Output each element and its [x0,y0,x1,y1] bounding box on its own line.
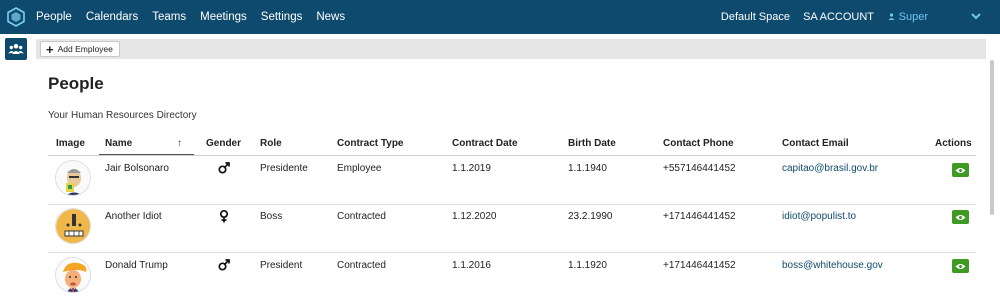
cell-name: Donald Trump [105,260,168,271]
view-button[interactable] [952,259,969,273]
eye-icon [955,167,966,173]
page-title: People [48,74,104,93]
cell-contract-type: Contracted [337,260,386,271]
cell-contract-type: Contracted [337,211,386,222]
nav-settings[interactable]: Settings [261,11,303,23]
user-menu[interactable]: Super [888,11,928,23]
cell-birth-date: 1.1.1920 [568,260,607,271]
column-header-actions: Actions [935,138,972,149]
avatar [55,208,91,244]
cell-name: Jair Bolsonaro [105,163,169,174]
cell-birth-date: 23.2.1990 [568,211,613,222]
cell-phone: +171446441452 [663,260,736,271]
avatar-caricature [56,258,90,292]
cell-phone: +171446441452 [663,211,736,222]
cell-phone: +557146441452 [663,163,736,174]
column-header-image: Image [56,138,85,149]
nav-news[interactable]: News [316,11,345,23]
column-header-role: Role [260,138,282,149]
column-header-contract-date: Contract Date [452,138,518,149]
header-divider [48,155,976,156]
cell-role: Presidente [260,163,308,174]
page-subtitle: Your Human Resources Directory [48,110,197,121]
add-employee-button[interactable]: + Add Employee [40,41,120,57]
male-icon [218,162,230,174]
cell-role: President [260,260,303,271]
plus-icon: + [46,41,54,57]
column-header-gender: Gender [206,138,242,149]
row-divider [48,204,976,205]
cell-email-link[interactable]: boss@whitehouse.gov [782,260,883,271]
sidebar [0,34,30,302]
eye-icon [955,214,966,220]
avatar [55,160,91,196]
sidebar-people-button[interactable] [5,38,27,60]
user-name: Super [898,11,928,23]
people-icon [8,43,24,54]
view-button[interactable] [952,210,969,224]
cell-contract-date: 1.1.2016 [452,260,491,271]
cell-name: Another Idiot [105,211,162,222]
female-icon [219,209,229,223]
column-header-contact-phone: Contact Phone [663,138,734,149]
nav-calendars[interactable]: Calendars [86,11,138,23]
toolbar: + Add Employee [36,39,986,59]
chevron-down-icon[interactable] [970,11,982,21]
nav-teams[interactable]: Teams [152,11,186,23]
row-divider [48,252,976,253]
sort-ascending-icon[interactable]: ↑ [177,138,182,149]
column-header-contract-type: Contract Type [337,138,404,149]
app-logo-icon[interactable] [6,7,26,27]
male-icon [218,259,230,271]
avatar [55,257,91,293]
vertical-scrollbar[interactable] [990,60,994,215]
cell-email-link[interactable]: capitao@brasil.gov.br [782,163,878,174]
column-header-birth-date: Birth Date [568,138,616,149]
nav-meetings[interactable]: Meetings [200,11,247,23]
cell-contract-type: Employee [337,163,382,174]
user-icon [888,13,895,20]
account-menu[interactable]: SA ACCOUNT [803,11,874,23]
avatar-caricature [56,161,90,195]
cell-birth-date: 1.1.1940 [568,163,607,174]
add-employee-label: Add Employee [57,44,113,54]
nav-people[interactable]: People [36,11,72,23]
main-nav: People Calendars Teams Meetings Settings… [36,0,359,34]
space-selector[interactable]: Default Space [721,11,790,23]
view-button[interactable] [952,163,969,177]
column-header-contact-email: Contact Email [782,138,849,149]
cell-email-link[interactable]: idiot@populist.to [782,211,856,222]
column-header-name[interactable]: Name [105,138,132,149]
cell-contract-date: 1.1.2019 [452,163,491,174]
cell-contract-date: 1.12.2020 [452,211,497,222]
eye-icon [955,263,966,269]
cell-role: Boss [260,211,283,222]
top-navigation-bar: People Calendars Teams Meetings Settings… [0,0,1000,34]
avatar-caricature [56,209,90,243]
